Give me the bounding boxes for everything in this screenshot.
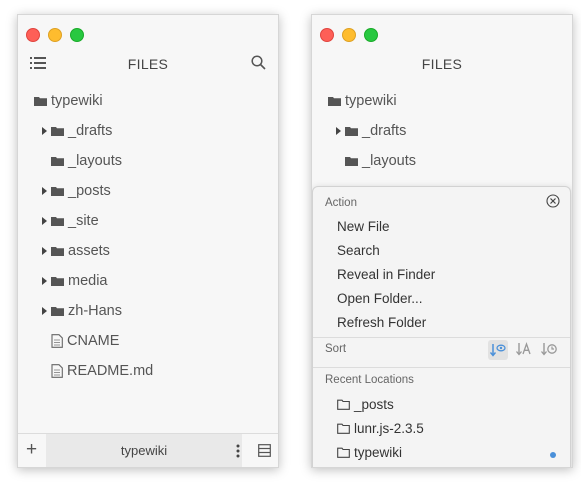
folder-item[interactable]: _layouts [42,149,122,173]
folder-item[interactable]: _posts [42,179,111,203]
files-menu-popover: Action New File Search Reveal in Finder Ope… [312,186,571,467]
action-menu-item[interactable]: Reveal in Finder [337,267,435,282]
recent-location-item[interactable]: lunr.js-2.3.5 [337,421,424,436]
action-section-label: Action [325,197,357,209]
recent-location-label: typewiki [354,445,403,460]
bottom-bar: + typewiki [18,433,278,467]
sort-modified-icon[interactable] [541,342,557,361]
disclosure-triangle-icon[interactable] [42,217,47,225]
recent-location-item[interactable]: typewiki [337,445,402,460]
zoom-window-button[interactable] [364,28,378,42]
folder-label: media [68,273,108,289]
file-label: CNAME [67,333,120,349]
close-window-button[interactable] [26,28,40,42]
folder-label: _layouts [68,153,123,169]
folder-outline-icon [337,447,350,458]
folder-label: zh-Hans [68,303,122,319]
workspace-switcher[interactable]: typewiki [46,434,242,467]
folder-label: _drafts [68,123,113,139]
folder-icon [328,97,341,106]
sort-section-label: Sort [325,343,347,355]
folder-icon [51,187,64,196]
divider [313,367,570,368]
folder-icon [345,157,358,166]
file-item[interactable]: CNAME [42,329,119,353]
folder-label: assets [68,243,110,259]
file-item[interactable]: README.md [42,359,153,383]
folder-item[interactable]: _drafts [42,119,112,143]
folder-label: _drafts [362,123,407,139]
folder-item[interactable]: _site [42,209,99,233]
folder-item[interactable]: assets [42,239,110,263]
folder-icon [51,277,64,286]
close-popover-icon[interactable] [546,194,560,213]
folder-label: _layouts [362,153,417,169]
panel-title: FILES [421,56,463,72]
zoom-window-button[interactable] [70,28,84,42]
folder-icon [345,127,358,136]
disclosure-triangle-icon[interactable] [42,247,47,255]
files-window-left: FILES typewiki _drafts _layouts _posts _sit… [17,14,279,468]
window-controls [320,28,378,42]
folder-label: _site [68,213,99,229]
files-window-right: FILES typewiki _drafts _layouts Action Ne… [311,14,573,468]
root-folder-label: typewiki [345,93,397,109]
disclosure-triangle-icon[interactable] [42,127,47,135]
root-folder-item[interactable]: typewiki [34,89,103,113]
sort-natural-icon [490,344,506,357]
folder-icon [34,97,47,106]
workspace-name: typewiki [120,443,168,458]
recent-location-item[interactable]: _posts [337,397,394,412]
current-location-indicator [550,452,556,458]
action-menu-item[interactable]: Open Folder... [337,291,423,306]
action-menu-item[interactable]: Search [337,243,380,258]
file-icon [51,334,63,348]
folder-icon [51,247,64,256]
recent-section-label: Recent Locations [325,374,414,386]
action-menu-item[interactable]: New File [337,219,390,234]
folder-outline-icon [337,399,350,410]
folder-item[interactable]: media [42,269,108,293]
folder-icon [51,307,64,316]
recent-location-label: _posts [354,397,394,412]
panel-title: FILES [127,56,169,72]
disclosure-triangle-icon[interactable] [42,277,47,285]
folder-icon [51,157,64,166]
minimize-window-button[interactable] [48,28,62,42]
minimize-window-button[interactable] [342,28,356,42]
root-folder-item[interactable]: typewiki [328,89,397,113]
disclosure-triangle-icon[interactable] [42,187,47,195]
sort-natural-button[interactable] [488,340,508,360]
file-label: README.md [67,363,154,379]
folder-icon [51,217,64,226]
close-window-button[interactable] [320,28,334,42]
more-options-icon[interactable] [236,444,240,461]
folder-item[interactable]: _layouts [336,149,416,173]
outline-panel-icon[interactable] [258,444,271,462]
divider [313,337,570,338]
add-button[interactable]: + [26,440,37,459]
action-menu-item[interactable]: Refresh Folder [337,315,426,330]
file-icon [51,364,63,378]
search-icon[interactable] [251,55,266,75]
folder-item[interactable]: zh-Hans [42,299,122,323]
root-folder-label: typewiki [51,93,103,109]
disclosure-triangle-icon[interactable] [336,127,341,135]
folder-outline-icon [337,423,350,434]
folder-label: _posts [68,183,111,199]
recent-location-label: lunr.js-2.3.5 [354,421,424,436]
folder-icon [51,127,64,136]
window-controls [26,28,84,42]
sort-alphabetical-icon[interactable] [516,342,532,361]
folder-item[interactable]: _drafts [336,119,406,143]
disclosure-triangle-icon[interactable] [42,307,47,315]
